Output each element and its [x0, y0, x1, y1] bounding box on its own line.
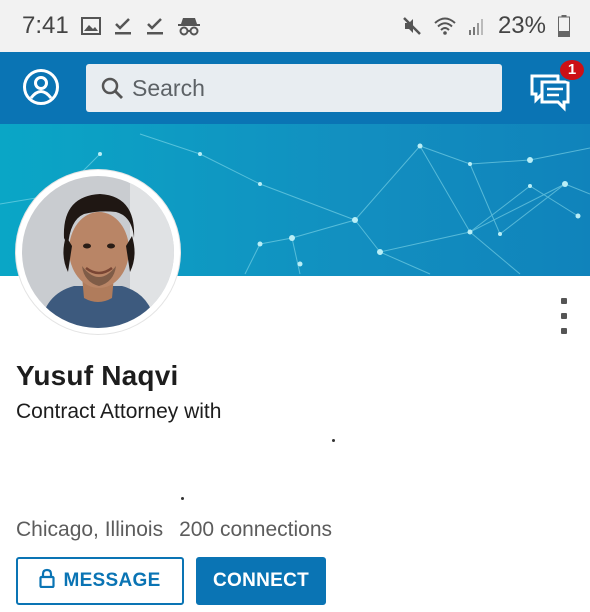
more-dot-icon [561, 328, 567, 334]
search-input[interactable] [132, 64, 492, 112]
profile-name: Yusuf Naqvi [16, 360, 179, 391]
more-dot-icon [561, 298, 567, 304]
redaction-dot [181, 497, 184, 500]
lock-icon [39, 568, 56, 594]
message-button[interactable]: MESSAGE [16, 557, 184, 605]
connect-button[interactable]: CONNECT [196, 557, 326, 605]
status-time: 7:41 [22, 12, 69, 39]
signal-icon [468, 16, 486, 36]
status-bar: 7:41 23% [0, 0, 590, 52]
profile-connections[interactable]: 200 connections [179, 518, 332, 542]
profile-headline: Contract Attorney with [16, 400, 222, 423]
search-bar[interactable] [86, 64, 502, 112]
check-download-icon [145, 16, 165, 36]
profile-location: Chicago, Illinois [16, 518, 164, 541]
wifi-icon [434, 16, 456, 36]
search-icon [100, 76, 124, 105]
profile-me-icon[interactable] [22, 68, 60, 106]
profile-photo[interactable] [16, 170, 180, 334]
profile-meta: Chicago, Illinois 200 connections [16, 518, 332, 542]
avatar [22, 176, 174, 328]
image-icon [80, 17, 101, 35]
app-header [0, 52, 590, 124]
mute-icon [402, 16, 422, 36]
message-button-label: MESSAGE [63, 570, 161, 591]
connect-button-label: CONNECT [212, 570, 310, 591]
messaging-icon [528, 74, 574, 116]
more-dot-icon [561, 313, 567, 319]
battery-percent: 23% [497, 12, 546, 39]
redaction-dot [332, 439, 335, 442]
messages-badge: 1 [558, 58, 586, 82]
incognito-icon [177, 16, 201, 36]
battery-icon [558, 15, 570, 37]
more-options-button[interactable] [550, 296, 578, 336]
check-download-icon [113, 16, 133, 36]
